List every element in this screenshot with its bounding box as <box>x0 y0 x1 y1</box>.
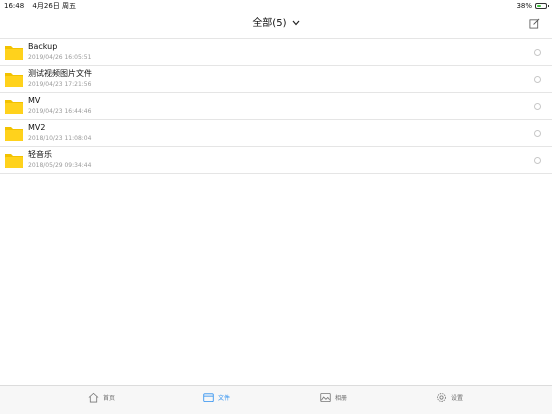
file-date: 2019/04/23 16:44:46 <box>28 108 92 115</box>
folder-icon <box>5 127 23 141</box>
tab-label: 首页 <box>103 395 116 402</box>
folder-icon <box>5 46 23 60</box>
gear-icon <box>437 393 446 402</box>
status-left: 16:48 4月26日 周五 <box>4 0 82 12</box>
list-item[interactable]: MV 2019/04/23 16:44:46 <box>0 93 552 120</box>
photo-icon <box>320 392 331 403</box>
tab-home[interactable]: 首页 <box>88 392 115 403</box>
file-name: 轻音乐 <box>28 150 52 159</box>
home-icon <box>88 392 99 403</box>
file-date: 2019/04/26 16:05:51 <box>28 54 92 61</box>
list-item[interactable]: 轻音乐 2018/05/29 09:34:44 <box>0 147 552 174</box>
file-date: 2018/05/29 09:34:44 <box>28 162 92 169</box>
select-radio[interactable] <box>534 130 541 137</box>
list-item[interactable]: 测试视频图片文件 2019/04/23 17:21:56 <box>0 66 552 93</box>
list-item[interactable]: MV2 2018/10/23 11:08:04 <box>0 120 552 147</box>
edit-icon[interactable] <box>529 18 540 29</box>
select-radio[interactable] <box>534 49 541 56</box>
file-name: Backup <box>28 42 58 51</box>
folder-icon <box>5 73 23 87</box>
tab-label: 文件 <box>218 395 231 402</box>
status-date: 4月26日 周五 <box>32 2 77 10</box>
file-date: 2018/10/23 11:08:04 <box>28 135 92 142</box>
battery-icon <box>535 3 549 9</box>
folder-icon <box>5 100 23 114</box>
folder-icon <box>5 154 23 168</box>
chevron-down-icon <box>292 20 300 26</box>
file-name: MV <box>28 96 41 105</box>
tab-settings[interactable]: 设置 <box>436 392 463 403</box>
nav-title: 全部(5) <box>252 18 287 29</box>
select-radio[interactable] <box>534 76 541 83</box>
tab-album[interactable]: 相册 <box>320 392 347 403</box>
status-right: 38% <box>516 0 549 12</box>
file-name: MV2 <box>28 123 46 132</box>
nav-bar: 全部(5) <box>0 12 552 38</box>
file-date: 2019/04/23 17:21:56 <box>28 81 92 88</box>
tab-bar: 首页 文件 相册 设置 <box>0 385 552 414</box>
tab-label: 设置 <box>451 395 464 402</box>
battery-percent: 38% <box>516 2 532 10</box>
folder-filter-dropdown[interactable]: 全部(5) <box>0 17 552 31</box>
tab-label: 相册 <box>335 395 348 402</box>
select-radio[interactable] <box>534 157 541 164</box>
folder-tab-icon <box>203 393 214 403</box>
tab-files[interactable]: 文件 <box>203 392 230 403</box>
status-bar: 16:48 4月26日 周五 38% <box>0 0 552 12</box>
status-time: 16:48 <box>4 2 25 10</box>
file-name: 测试视频图片文件 <box>28 69 92 78</box>
file-list: Backup 2019/04/26 16:05:51 测试视频图片文件 2019… <box>0 38 552 174</box>
list-item[interactable]: Backup 2019/04/26 16:05:51 <box>0 39 552 66</box>
select-radio[interactable] <box>534 103 541 110</box>
